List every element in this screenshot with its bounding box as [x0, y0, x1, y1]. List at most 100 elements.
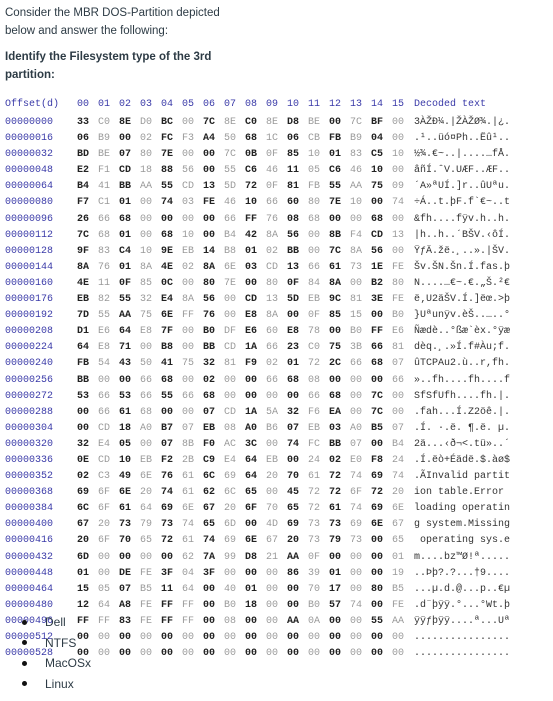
hex-byte: 19: [392, 567, 405, 579]
hex-byte: 66: [98, 406, 111, 418]
row-bytes: D1 E6 64 E8 7F 00 B0 DF E6 60 E8 78 00 B0 FF E6: [77, 324, 414, 340]
decoded-text: m....bz™Ø!ª.....: [414, 551, 511, 563]
hex-byte: E6: [98, 326, 111, 338]
hex-byte: 20: [98, 519, 111, 531]
hex-byte: 80: [203, 277, 216, 289]
hex-byte: 83: [350, 149, 363, 161]
hex-dump: Offset(d) 00 01 02 03 04 05 06 07 08 09 10 11 12 13 14…: [5, 96, 510, 662]
hex-byte: 74: [287, 438, 300, 450]
hex-byte: B0: [203, 326, 216, 338]
hex-byte: B6: [266, 422, 279, 434]
hex-byte: 10: [140, 245, 153, 257]
hex-byte: 74: [392, 471, 405, 483]
hex-byte: 00: [140, 229, 153, 241]
hex-byte: 00: [245, 615, 258, 627]
hex-byte: CD: [224, 406, 237, 418]
hex-byte: 07: [161, 438, 174, 450]
hex-byte: 72: [161, 535, 174, 547]
hex-byte: 55: [161, 390, 174, 402]
hex-byte: B0: [308, 599, 321, 611]
hex-byte: 13: [287, 261, 300, 273]
hex-byte: 07: [119, 583, 132, 595]
answer-option-label: MacOSx: [45, 656, 92, 670]
hex-byte: F1: [98, 165, 111, 177]
column-header: 07: [224, 99, 237, 110]
hex-byte: 55: [161, 181, 174, 193]
hex-byte: AA: [287, 551, 300, 563]
hex-byte: 81: [287, 181, 300, 193]
hex-byte: AA: [392, 615, 405, 627]
hex-byte: 0F: [308, 551, 321, 563]
hex-byte: D1: [77, 326, 90, 338]
hex-byte: B0: [224, 599, 237, 611]
hex-byte: 00: [203, 632, 216, 643]
decoded-text: 3ÀŽĐ¼.|ŽÀŽØ¾.|¿.: [414, 117, 511, 128]
hex-byte: 65: [203, 519, 216, 531]
hex-byte: 32: [203, 358, 216, 370]
hex-byte: 61: [329, 261, 342, 273]
hex-byte: 55: [329, 181, 342, 193]
hex-byte: 00: [140, 632, 153, 643]
hex-byte: 3C: [245, 438, 258, 450]
hex-byte: 80: [140, 149, 153, 161]
hex-byte: 00: [98, 374, 111, 386]
decoded-text: .d¨þÿÿ.°...°Wt.þ: [414, 599, 511, 611]
row-offset: 00000416: [5, 535, 54, 547]
row-offset: 00000112: [5, 229, 54, 241]
row-bytes: FB 54 43 50 41 75 32 81 F9 02 01 72 2C 66 68 07: [77, 356, 414, 372]
hex-byte: 2C: [329, 358, 342, 370]
row-offset: 00000160: [5, 277, 54, 289]
hex-byte: 69: [161, 503, 174, 515]
hex-row: 00000352 02 C3 49 6E 76 61 6C 69 64 20 70 61 72 74 69 74…: [5, 469, 510, 485]
hex-byte: 00: [350, 390, 363, 402]
hex-byte: 67: [203, 503, 216, 515]
hex-byte: 64: [77, 342, 90, 354]
hex-byte: 00: [266, 599, 279, 611]
hex-byte: 00: [371, 567, 384, 579]
decoded-text: ´A»ªUÍ.]r..ûUªu.: [414, 181, 511, 193]
hex-byte: BB: [329, 438, 342, 450]
hex-byte: 00: [392, 165, 405, 177]
hex-byte: F8: [371, 454, 384, 466]
hex-byte: 00: [224, 632, 237, 643]
hex-byte: A0: [245, 422, 258, 434]
hex-byte: 8A: [203, 261, 216, 273]
hex-byte: 46: [266, 165, 279, 177]
row-bytes: FF FF 83 FE FF FF 00 08 00 00 AA 0A 00 00 55 AA: [77, 614, 414, 630]
row-offset: 00000048: [5, 165, 54, 177]
hex-byte: 61: [119, 406, 132, 418]
hex-byte: FB: [308, 181, 321, 193]
hex-byte: 66: [266, 197, 279, 209]
hex-byte: 0E: [77, 454, 90, 466]
hex-byte: 76: [161, 471, 174, 483]
row-bytes: 4E 11 0F 85 0C 00 80 7E 00 80 0F 84 8A 00 B2 80: [77, 276, 414, 292]
hex-byte: 20: [287, 535, 300, 547]
hex-byte: 00: [119, 551, 132, 563]
hex-byte: 00: [203, 165, 216, 177]
hex-byte: 62: [182, 551, 195, 563]
answer-option: Dell: [22, 612, 91, 633]
hex-byte: 76: [266, 213, 279, 225]
hex-byte: CB: [308, 133, 321, 145]
hex-byte: 20: [140, 487, 153, 499]
hex-byte: 00: [287, 390, 300, 402]
hex-byte: 00: [371, 599, 384, 611]
hex-row: 00000368 69 6F 6E 20 74 61 62 6C 65 00 45 72 72 6F 72 20…: [5, 485, 510, 501]
row-bytes: 69 6F 6E 20 74 61 62 6C 65 00 45 72 72 6F 72 20: [77, 485, 414, 501]
hex-byte: 00: [329, 648, 342, 660]
hex-byte: 04: [182, 567, 195, 579]
hex-byte: 69: [77, 487, 90, 499]
answer-option-label: Linux: [45, 676, 74, 691]
hex-byte: C0: [245, 117, 258, 128]
row-offset: 00000352: [5, 471, 54, 483]
column-header: 10: [287, 99, 300, 110]
hex-byte: 00: [350, 406, 363, 418]
hex-row: 00000144 8A 76 01 8A 4E 02 8A 6E 03 CD 13 66 61 73 1E FE…: [5, 260, 510, 276]
row-bytes: 06 B9 00 02 FC F3 A4 50 68 1C 06 CB FB B9 04 00: [77, 131, 414, 147]
hex-byte: 00: [266, 487, 279, 499]
hex-byte: 7E: [329, 197, 342, 209]
decoded-text: 2ä...‹ð¬<.tü»..´: [414, 438, 511, 450]
hex-byte: 00: [182, 632, 195, 643]
hex-byte: C1: [98, 197, 111, 209]
decoded-text: ŸƒÄ.žë.¸..».|ŠV.: [414, 245, 511, 257]
